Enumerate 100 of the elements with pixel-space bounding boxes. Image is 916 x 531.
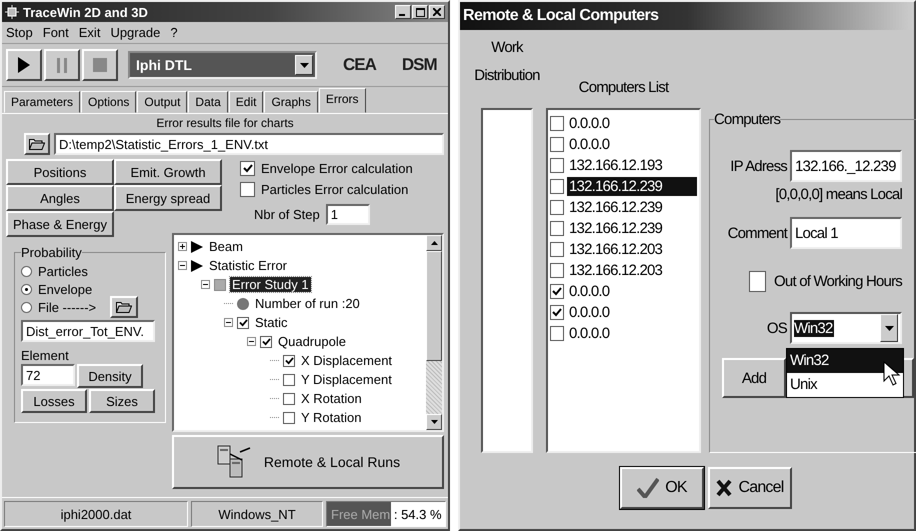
checkbox[interactable] (749, 271, 766, 292)
tree-item[interactable]: Beam (207, 239, 245, 254)
checkbox[interactable] (283, 392, 295, 404)
add-button[interactable]: Add (722, 358, 786, 398)
work-distribution-list[interactable] (481, 108, 533, 453)
computer-item[interactable]: 132.166.12.239 (567, 219, 697, 238)
expander-icon[interactable] (224, 318, 233, 327)
scrollbar[interactable] (426, 235, 442, 430)
checkbox[interactable] (550, 158, 564, 173)
stop-button[interactable] (82, 49, 118, 81)
file-path-field[interactable]: D:\temp2\Statistic_Errors_1_ENV.txt (54, 133, 444, 155)
radio-button[interactable] (21, 284, 32, 294)
tree-item[interactable]: Number of run :20 (253, 296, 362, 311)
chart-button[interactable]: Phase & Energy (6, 211, 114, 237)
open-folder-button[interactable] (110, 296, 138, 318)
chart-button[interactable]: Positions (6, 159, 114, 185)
checkbox[interactable] (550, 116, 564, 131)
remote-runs-button[interactable]: Remote & Local Runs (172, 435, 444, 489)
menu-option[interactable]: Unix (787, 373, 903, 397)
tree-item[interactable]: X Displacement (299, 353, 394, 368)
menu-item[interactable]: ? (170, 25, 178, 40)
tree-item[interactable]: Y Rotation (299, 410, 364, 425)
play-button[interactable] (6, 49, 42, 81)
checkbox[interactable] (550, 263, 564, 278)
comment-field[interactable]: Local 1 (790, 217, 902, 249)
computer-item[interactable]: 0.0.0.0 (567, 303, 697, 322)
checkbox[interactable] (550, 305, 564, 320)
tab[interactable]: Edit (228, 91, 264, 113)
tree-item[interactable]: Static (253, 315, 290, 330)
tree-item[interactable]: Y Displacement (299, 372, 394, 387)
checkbox[interactable] (240, 182, 255, 197)
expander-icon[interactable] (178, 261, 187, 270)
ip-field[interactable]: 132.166._12.239 (790, 150, 902, 182)
menu-item[interactable]: Stop (6, 25, 33, 40)
cancel-button[interactable]: Cancel (708, 467, 792, 509)
radio-button[interactable] (21, 302, 32, 312)
checkbox[interactable] (550, 221, 564, 236)
x-mark-icon (716, 479, 732, 497)
step-field[interactable]: 1 (326, 204, 370, 224)
computer-item[interactable]: 132.166.12.239 (567, 198, 697, 217)
maximize-button[interactable] (412, 5, 428, 19)
checkbox[interactable] (550, 242, 564, 257)
tab[interactable]: Output (137, 91, 188, 113)
tree-item[interactable]: X Rotation (299, 391, 364, 406)
menu-item[interactable]: Upgrade (110, 25, 160, 40)
checkbox[interactable] (240, 161, 255, 176)
tree-item[interactable]: Quadrupole (276, 334, 348, 349)
tab[interactable]: Graphs (264, 91, 318, 113)
losses-button[interactable]: Losses (21, 389, 87, 413)
checkbox[interactable] (550, 326, 564, 341)
checkbox[interactable] (237, 316, 249, 328)
menu-item[interactable]: Font (42, 25, 69, 40)
close-button[interactable] (429, 5, 445, 19)
expander-icon[interactable] (178, 242, 187, 251)
computer-item[interactable]: 132.166.12.193 (567, 156, 697, 175)
computer-item[interactable]: 0.0.0.0 (567, 282, 697, 301)
project-dropdown[interactable]: Iphi DTL (128, 51, 317, 79)
checkbox[interactable] (550, 284, 564, 299)
computer-item[interactable]: 132.166.12.203 (567, 240, 697, 259)
checkbox[interactable] (550, 200, 564, 215)
scroll-down-button[interactable] (426, 414, 442, 430)
element-field[interactable]: 72 (21, 364, 75, 386)
density-button[interactable]: Density (77, 364, 143, 388)
expander-icon[interactable] (247, 337, 256, 346)
computer-item[interactable]: 132.166.12.239 (567, 177, 697, 196)
dot-icon (237, 298, 249, 310)
chart-button[interactable]: Energy spread (114, 185, 222, 211)
checkbox[interactable] (550, 137, 564, 152)
chart-button[interactable]: Angles (6, 185, 114, 211)
os-dropdown[interactable]: Win32 (790, 312, 902, 344)
open-folder-button[interactable] (24, 133, 50, 155)
ok-button[interactable]: OK (620, 467, 704, 509)
computer-item[interactable]: 0.0.0.0 (567, 114, 697, 133)
tab[interactable]: Data (188, 91, 228, 113)
distribution-file-field[interactable]: Dist_error_Tot_ENV. (21, 320, 155, 342)
checkbox[interactable] (550, 179, 564, 194)
tab[interactable]: Errors (318, 88, 366, 113)
sizes-button[interactable]: Sizes (89, 389, 155, 413)
scroll-up-button[interactable] (426, 235, 442, 251)
folder-icon (116, 301, 132, 313)
radio-button[interactable] (21, 266, 32, 276)
checkbox[interactable] (283, 374, 295, 386)
menu-item[interactable]: Exit (78, 25, 100, 40)
computer-item[interactable]: 132.166.12.203 (567, 261, 697, 280)
scroll-thumb[interactable] (426, 251, 442, 361)
tree-item[interactable]: Error Study 1 (230, 277, 311, 292)
minimize-button[interactable] (395, 5, 411, 19)
pause-button[interactable] (44, 49, 80, 81)
tree-item[interactable]: Statistic Error (207, 258, 290, 273)
caret-icon (300, 62, 308, 68)
computer-item[interactable]: 0.0.0.0 (567, 135, 697, 154)
computer-item[interactable]: 0.0.0.0 (567, 324, 697, 343)
tab[interactable]: Parameters (4, 91, 80, 113)
checkbox[interactable] (283, 412, 295, 424)
expander-icon[interactable] (201, 280, 210, 289)
chart-button[interactable]: Emit. Growth (114, 159, 222, 185)
checkbox[interactable] (283, 354, 295, 366)
checkbox[interactable] (260, 336, 272, 348)
tab[interactable]: Options (81, 91, 136, 113)
menu-option[interactable]: Win32 (787, 349, 903, 373)
